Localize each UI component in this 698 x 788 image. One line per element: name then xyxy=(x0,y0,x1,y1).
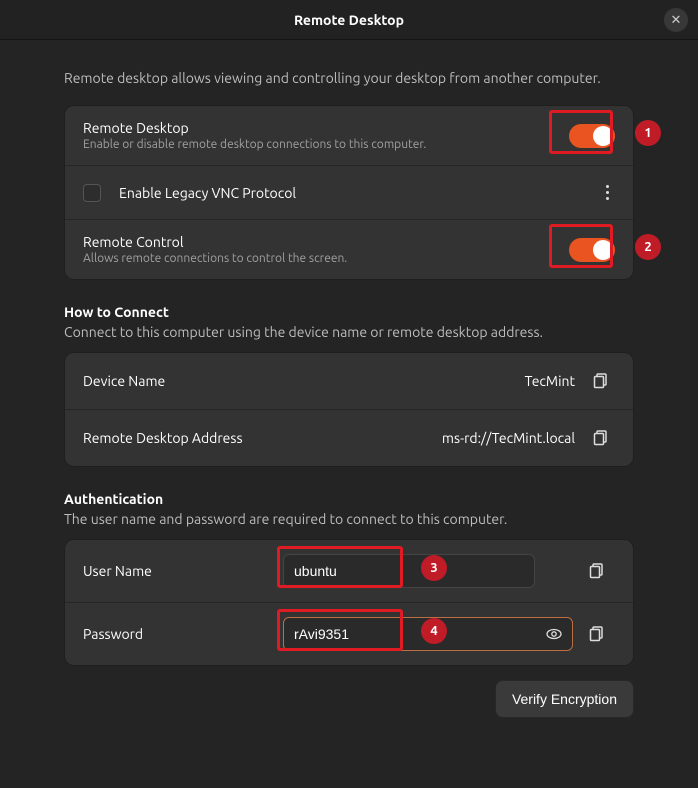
copy-address-button[interactable] xyxy=(587,424,615,452)
address-row: Remote Desktop Address ms-rd://TecMint.l… xyxy=(65,410,633,466)
username-wrap xyxy=(283,554,615,588)
vnc-label: Enable Legacy VNC Protocol xyxy=(119,185,600,201)
copy-icon xyxy=(593,373,609,389)
device-name-label: Device Name xyxy=(83,373,283,389)
username-row: User Name 3 xyxy=(65,540,633,603)
copy-device-name-button[interactable] xyxy=(587,367,615,395)
username-input[interactable] xyxy=(283,554,535,588)
address-value: ms-rd://TecMint.local xyxy=(283,430,587,446)
copy-icon xyxy=(593,430,609,446)
copy-password-button[interactable] xyxy=(583,620,611,648)
password-input[interactable] xyxy=(284,618,542,650)
copy-icon xyxy=(589,626,605,642)
vnc-more-button[interactable] xyxy=(600,181,615,204)
vnc-row: Enable Legacy VNC Protocol xyxy=(65,166,633,220)
remote-control-row: Remote Control Allows remote connections… xyxy=(65,220,633,279)
window-title: Remote Desktop xyxy=(294,12,404,28)
password-label: Password xyxy=(83,626,283,642)
auth-panel: User Name 3 Password xyxy=(64,539,634,666)
auth-section-title: Authentication xyxy=(64,491,634,507)
close-button[interactable]: ✕ xyxy=(664,8,688,32)
auth-section-sub: The user name and password are required … xyxy=(64,511,634,527)
device-name-row: Device Name TecMint xyxy=(65,353,633,410)
address-label: Remote Desktop Address xyxy=(83,430,283,446)
connect-section-sub: Connect to this computer using the devic… xyxy=(64,324,634,340)
titlebar: Remote Desktop ✕ xyxy=(0,0,698,40)
remote-desktop-text: Remote Desktop Enable or disable remote … xyxy=(83,120,569,151)
remote-desktop-subtitle: Enable or disable remote desktop connect… xyxy=(83,138,569,151)
remote-control-subtitle: Allows remote connections to control the… xyxy=(83,252,569,265)
remote-desktop-row: Remote Desktop Enable or disable remote … xyxy=(65,106,633,166)
connect-panel: Device Name TecMint Remote Desktop Addre… xyxy=(64,352,634,467)
content: Remote desktop allows viewing and contro… xyxy=(0,40,698,738)
device-name-value: TecMint xyxy=(283,373,587,389)
intro-text: Remote desktop allows viewing and contro… xyxy=(64,68,634,89)
remote-control-title: Remote Control xyxy=(83,234,569,250)
copy-username-button[interactable] xyxy=(583,557,611,585)
vnc-checkbox[interactable] xyxy=(83,184,101,202)
close-icon: ✕ xyxy=(671,13,682,28)
connect-section-title: How to Connect xyxy=(64,304,634,320)
verify-encryption-button[interactable]: Verify Encryption xyxy=(495,680,634,718)
toggle-password-visibility-button[interactable] xyxy=(542,622,566,646)
password-field-wrap xyxy=(283,617,573,651)
remote-control-toggle[interactable] xyxy=(569,238,615,262)
annotation-badge-1: 1 xyxy=(635,120,661,146)
remote-desktop-toggle[interactable] xyxy=(569,124,615,148)
password-row: Password 4 xyxy=(65,603,633,665)
remote-desktop-title: Remote Desktop xyxy=(83,120,569,136)
settings-panel: Remote Desktop Enable or disable remote … xyxy=(64,105,634,280)
eye-icon xyxy=(546,626,562,642)
annotation-badge-2: 2 xyxy=(635,234,661,260)
copy-icon xyxy=(589,563,605,579)
username-label: User Name xyxy=(83,563,283,579)
remote-control-text: Remote Control Allows remote connections… xyxy=(83,234,569,265)
password-wrap xyxy=(283,617,615,651)
verify-row: Verify Encryption xyxy=(64,680,634,718)
